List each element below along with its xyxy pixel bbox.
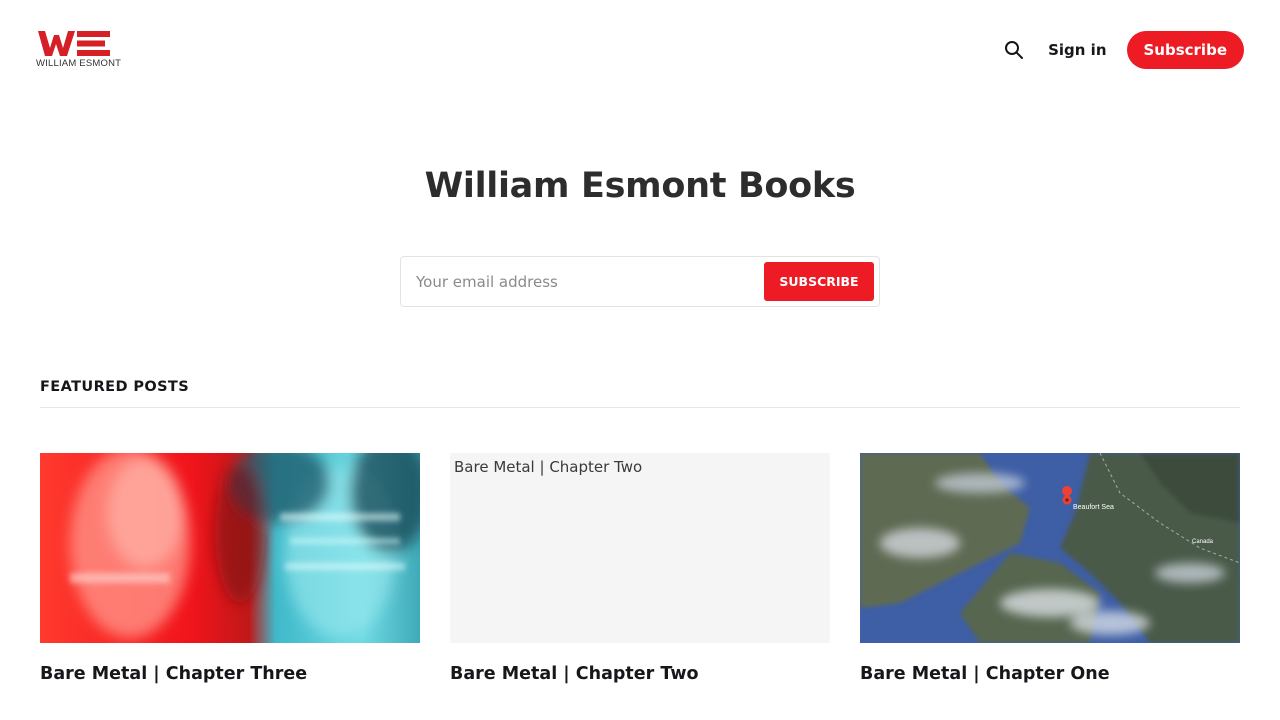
logo-e-bottom xyxy=(77,50,110,56)
logo-e-middle xyxy=(77,40,105,47)
logo-wordmark: WILLIAM ESMONT xyxy=(36,58,122,69)
post-title[interactable]: Bare Metal | Chapter One xyxy=(860,664,1240,684)
post-card: Bare Metal | Chapter Three xyxy=(40,453,420,684)
post-title[interactable]: Bare Metal | Chapter Two xyxy=(450,664,830,684)
header-actions: Sign in Subscribe xyxy=(996,31,1244,69)
header-subscribe-button[interactable]: Subscribe xyxy=(1126,31,1244,69)
map-label-beaufort-sea: Beaufort Sea xyxy=(1073,504,1114,511)
subscribe-form: SUBSCRIBE xyxy=(400,256,880,307)
post-card: Bare Metal | Chapter Two Bare Metal | Ch… xyxy=(450,453,830,684)
search-icon xyxy=(1005,41,1024,59)
section-divider xyxy=(40,407,1240,408)
image-alt-text: Bare Metal | Chapter Two xyxy=(454,458,643,476)
logo-w-shape xyxy=(38,31,75,56)
post-title[interactable]: Bare Metal | Chapter Three xyxy=(40,664,420,684)
map-label-canada: Canada xyxy=(1192,539,1214,545)
post-image[interactable] xyxy=(40,453,420,643)
search-button[interactable] xyxy=(996,32,1032,68)
email-input[interactable] xyxy=(401,257,764,306)
subscribe-submit-button[interactable]: SUBSCRIBE xyxy=(764,262,874,301)
signin-link[interactable]: Sign in xyxy=(1048,41,1106,59)
logo-e-top xyxy=(77,31,110,37)
page-title: William Esmont Books xyxy=(424,166,856,206)
featured-posts-heading: FEATURED POSTS xyxy=(40,379,190,395)
post-image-placeholder[interactable]: Bare Metal | Chapter Two xyxy=(450,453,830,643)
post-card: Beaufort Sea Canada Bare Metal | Chapter… xyxy=(860,453,1240,684)
post-image[interactable]: Beaufort Sea Canada xyxy=(860,453,1240,643)
